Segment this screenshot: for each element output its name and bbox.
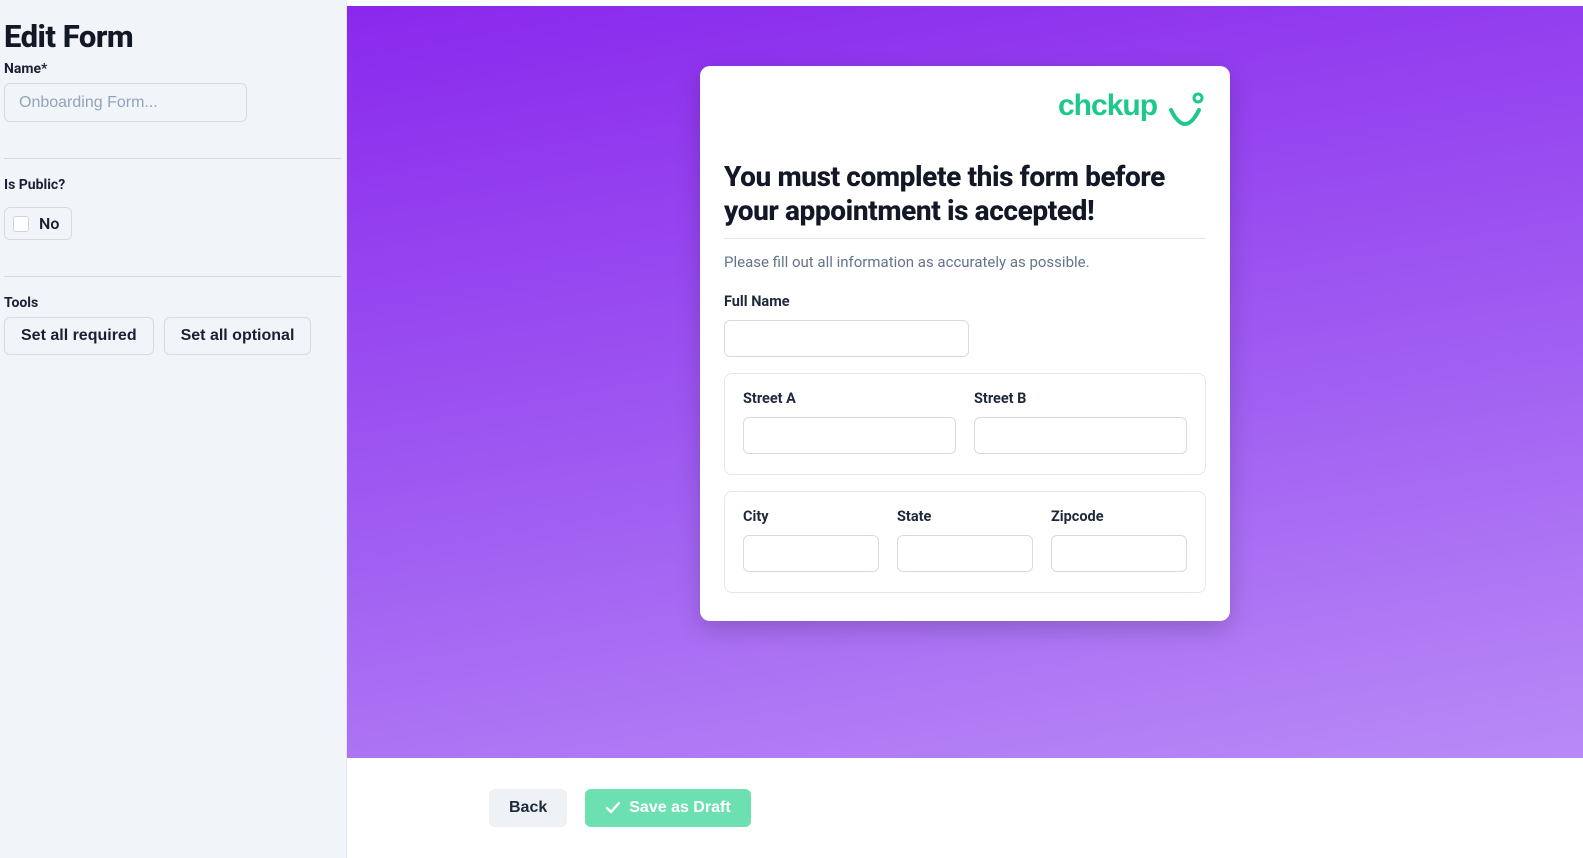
full-name-label: Full Name: [724, 293, 1206, 310]
full-name-input[interactable]: [724, 320, 969, 357]
tools-label: Tools: [4, 295, 342, 311]
zipcode-input[interactable]: [1051, 535, 1187, 572]
set-all-required-button[interactable]: Set all required: [4, 317, 154, 355]
brand-logo: chckup: [724, 90, 1206, 142]
save-as-draft-button[interactable]: Save as Draft: [585, 789, 750, 827]
city-state-zip-group: City State Zipcode: [724, 491, 1206, 593]
full-name-field: Full Name: [724, 293, 1206, 357]
street-a-input[interactable]: [743, 417, 956, 454]
save-button-label: Save as Draft: [629, 799, 730, 817]
street-a-label: Street A: [743, 390, 956, 407]
check-icon: [605, 800, 621, 816]
form-title: You must complete this form before your …: [724, 160, 1206, 228]
divider: [724, 238, 1206, 239]
divider: [4, 276, 342, 277]
form-canvas: chckup You must complete this form befor…: [347, 0, 1583, 758]
sidebar: Edit Form Name* Is Public? No Tools Set …: [0, 0, 347, 858]
street-b-label: Street B: [974, 390, 1187, 407]
main: chckup You must complete this form befor…: [347, 0, 1583, 858]
footer: Back Save as Draft: [347, 758, 1583, 858]
state-input[interactable]: [897, 535, 1033, 572]
is-public-checkbox[interactable]: No: [4, 207, 72, 240]
set-all-optional-button[interactable]: Set all optional: [164, 317, 312, 355]
form-subtitle: Please fill out all information as accur…: [724, 253, 1206, 271]
street-group: Street A Street B: [724, 373, 1206, 475]
is-public-value: No: [39, 214, 59, 233]
name-label: Name*: [4, 61, 342, 77]
state-label: State: [897, 508, 1033, 525]
city-input[interactable]: [743, 535, 879, 572]
form-preview-card: chckup You must complete this form befor…: [700, 66, 1230, 621]
chckup-logo-icon: chckup: [1058, 90, 1206, 138]
divider: [4, 158, 342, 159]
checkbox-box-icon: [13, 216, 29, 232]
page-title: Edit Form: [4, 18, 342, 55]
back-button[interactable]: Back: [489, 789, 567, 827]
svg-text:chckup: chckup: [1058, 90, 1158, 122]
street-b-input[interactable]: [974, 417, 1187, 454]
is-public-label: Is Public?: [4, 177, 342, 193]
form-name-input[interactable]: [4, 83, 247, 122]
zipcode-label: Zipcode: [1051, 508, 1187, 525]
city-label: City: [743, 508, 879, 525]
